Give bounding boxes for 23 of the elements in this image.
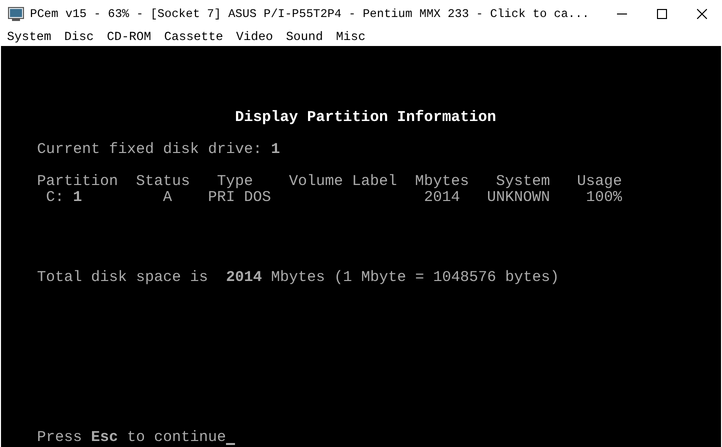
- menu-item[interactable]: Sound: [286, 30, 336, 44]
- menu-item[interactable]: Cassette: [164, 30, 236, 44]
- column-header: System: [496, 174, 552, 190]
- total-space-text: Total disk space is 2014 Mbytes (1 Mbyte = 1048576 bytes): [37, 270, 560, 286]
- column-header: Type: [217, 174, 254, 190]
- window-title: PCem v15 - 63% - [Socket 7] ASUS P/I-P55T2P4 - Pentium MMX 233 - Click to ca...: [30, 7, 590, 21]
- column-header: Status: [136, 174, 192, 190]
- table-cell-text: PRI DOS: [208, 190, 272, 206]
- column-header: Mbytes: [415, 174, 470, 190]
- table-cell-text: UNKNOWN: [487, 190, 552, 206]
- menu-item[interactable]: Video: [236, 30, 286, 44]
- drive-text: Current fixed disk drive: 1: [37, 142, 280, 158]
- column-header: Partition: [37, 174, 120, 190]
- menu-item[interactable]: CD-ROM: [106, 30, 164, 44]
- menu-item[interactable]: System: [7, 30, 64, 44]
- menu-item[interactable]: Misc: [336, 30, 378, 44]
- column-header: Usage: [577, 174, 624, 190]
- table-cell-text: 100%: [586, 190, 624, 206]
- table-cell-text: C: 1: [46, 190, 84, 206]
- prompt-text: Press Esc to continue: [37, 430, 226, 446]
- screen-heading: Display Partition Information: [235, 110, 496, 126]
- column-header: Volume Label: [289, 174, 398, 190]
- menu-item[interactable]: Disc: [64, 30, 107, 44]
